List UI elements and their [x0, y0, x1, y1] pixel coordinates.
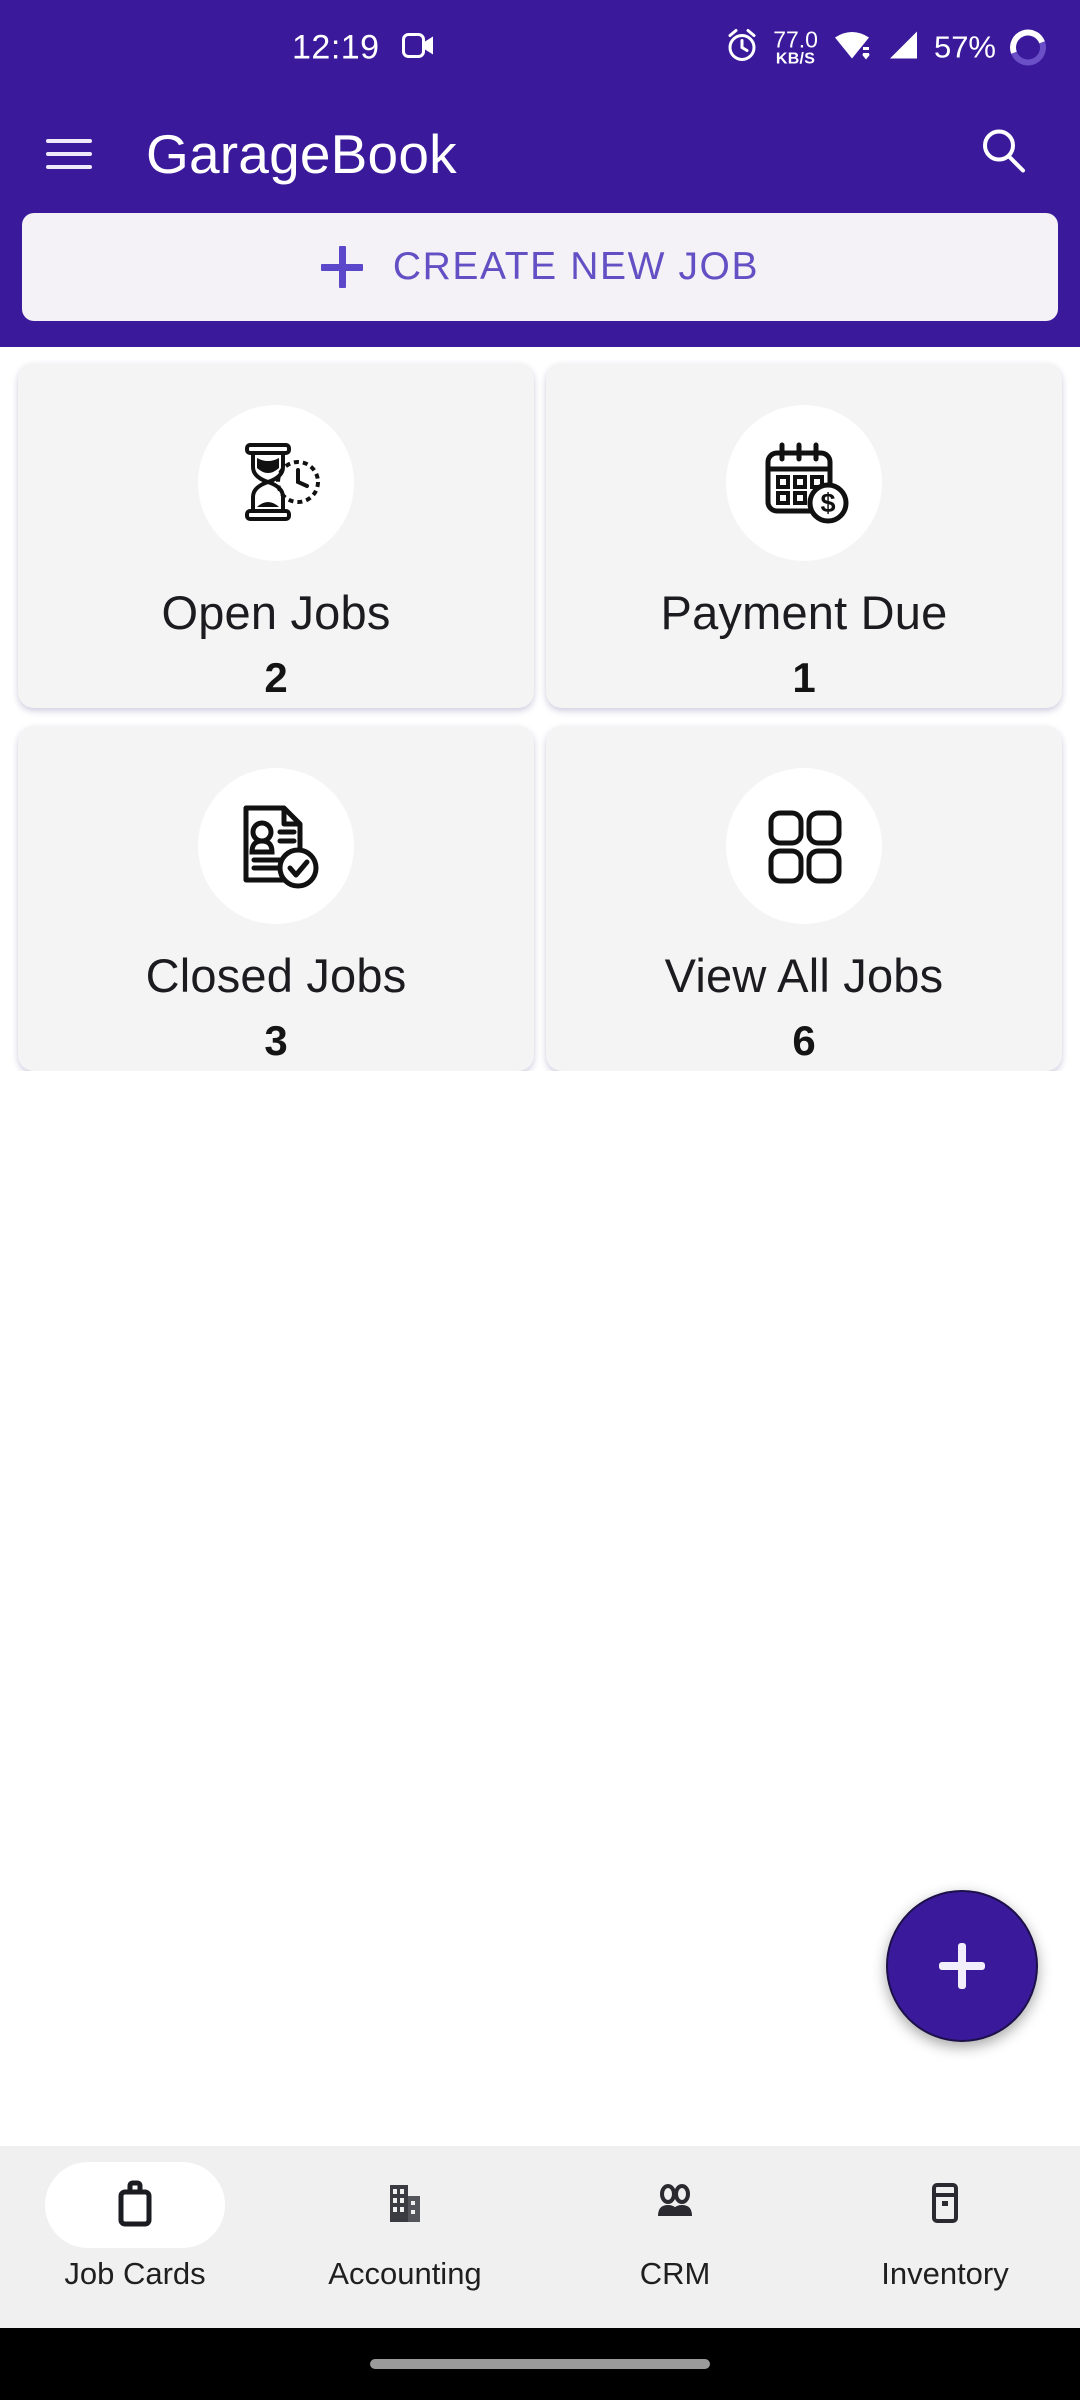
- system-gesture-bar: [0, 2328, 1080, 2400]
- stat-card-closed-jobs[interactable]: Closed Jobs 3: [18, 726, 534, 1071]
- stat-card-view-all-jobs[interactable]: View All Jobs 6: [546, 726, 1062, 1071]
- status-bar-right: 77.0 KB/S 57%: [725, 23, 1052, 72]
- stat-card-count: 2: [264, 654, 288, 701]
- stat-card-grid: Open Jobs 2 $ Payment Due 1 Closed Jobs …: [0, 347, 1080, 1071]
- stat-card-count: 3: [264, 1017, 288, 1064]
- stat-card-label: Payment Due: [660, 586, 948, 639]
- app-screen: 12:19 77.0 KB/S 57% GarageBook CREATE NE…: [0, 0, 1080, 2400]
- people-icon: [646, 2174, 704, 2237]
- briefcase-icon: [106, 2174, 164, 2237]
- cellular-signal-icon: [886, 29, 920, 66]
- nav-item-accounting[interactable]: Accounting: [270, 2162, 540, 2292]
- create-job-container: CREATE NEW JOB: [0, 213, 1080, 347]
- nav-pill-active: [45, 2162, 225, 2248]
- status-bar: 12:19 77.0 KB/S 57%: [0, 0, 1080, 95]
- stat-card-label: Closed Jobs: [145, 949, 407, 1002]
- battery-ring-icon: [1004, 23, 1052, 72]
- nav-label: Inventory: [881, 2256, 1009, 2291]
- nav-pill: [585, 2162, 765, 2248]
- video-camera-icon: [401, 30, 436, 65]
- nav-item-job-cards[interactable]: Job Cards: [0, 2162, 270, 2292]
- gesture-handle[interactable]: [370, 2359, 710, 2369]
- nav-label: Job Cards: [64, 2256, 206, 2291]
- network-speed-unit: KB/S: [775, 50, 816, 67]
- network-speed-indicator: 77.0 KB/S: [773, 28, 818, 67]
- plus-icon: [939, 1943, 985, 1989]
- app-bar: GarageBook: [0, 95, 1080, 213]
- network-speed-value: 77.0: [773, 26, 818, 52]
- stat-card-payment-due[interactable]: $ Payment Due 1: [546, 363, 1062, 708]
- stat-card-label: Open Jobs: [161, 586, 391, 639]
- hamburger-menu-icon[interactable]: [46, 139, 92, 169]
- calendar-dollar-icon: $: [726, 405, 882, 561]
- hourglass-clock-icon: [198, 405, 354, 561]
- alarm-clock-icon: [725, 27, 759, 68]
- add-floating-action-button[interactable]: [886, 1890, 1038, 2042]
- create-new-job-label: CREATE NEW JOB: [392, 245, 760, 288]
- search-icon[interactable]: [978, 126, 1030, 183]
- nav-pill: [315, 2162, 495, 2248]
- document-person-check-icon: [198, 768, 354, 924]
- plus-icon: [320, 246, 363, 288]
- wifi-icon: [832, 28, 872, 67]
- status-bar-left: 12:19: [292, 28, 436, 67]
- battery-percent-label: 57%: [933, 29, 996, 65]
- bottom-navigation-bar: Job Cards Accounting CRM Inventory: [0, 2146, 1080, 2328]
- nav-label: CRM: [639, 2256, 711, 2291]
- stat-card-count: 6: [792, 1017, 816, 1064]
- nav-item-crm[interactable]: CRM: [540, 2162, 810, 2292]
- page-title: GarageBook: [146, 123, 457, 185]
- svg-text:$: $: [820, 488, 835, 518]
- inventory-box-icon: [916, 2174, 974, 2237]
- stat-card-label: View All Jobs: [664, 949, 944, 1002]
- stat-card-count: 1: [792, 654, 816, 701]
- nav-pill: [855, 2162, 1035, 2248]
- status-bar-clock: 12:19: [292, 28, 380, 66]
- nav-item-inventory[interactable]: Inventory: [810, 2162, 1080, 2292]
- nav-label: Accounting: [328, 2256, 482, 2291]
- grid-four-squares-icon: [726, 768, 882, 924]
- stat-card-open-jobs[interactable]: Open Jobs 2: [18, 363, 534, 708]
- create-new-job-button[interactable]: CREATE NEW JOB: [22, 213, 1058, 321]
- building-icon: [376, 2174, 434, 2237]
